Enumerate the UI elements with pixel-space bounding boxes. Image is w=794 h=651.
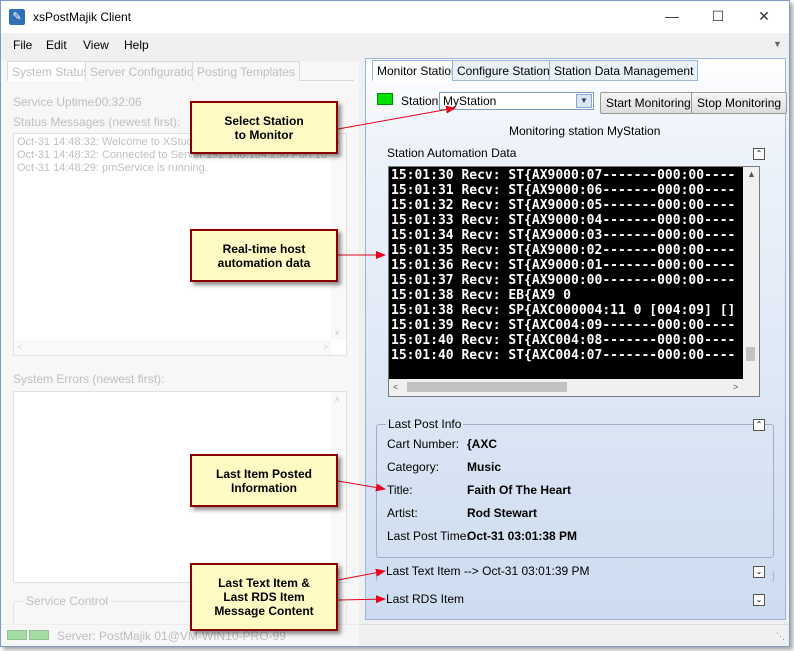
arrow-last-text	[337, 568, 386, 581]
arrow-last-rds	[337, 595, 386, 604]
arrow-last-item	[337, 480, 386, 492]
arrow-select-station	[337, 105, 456, 130]
callout-last-item-posted: Last Item Posted Information	[190, 454, 338, 507]
callout-realtime-data: Real-time host automation data	[190, 229, 338, 282]
callout-arrows	[337, 105, 456, 604]
callout-select-station: Select Station to Monitor	[190, 101, 338, 154]
callout-last-text-rds: Last Text Item & Last RDS Item Message C…	[190, 563, 338, 631]
